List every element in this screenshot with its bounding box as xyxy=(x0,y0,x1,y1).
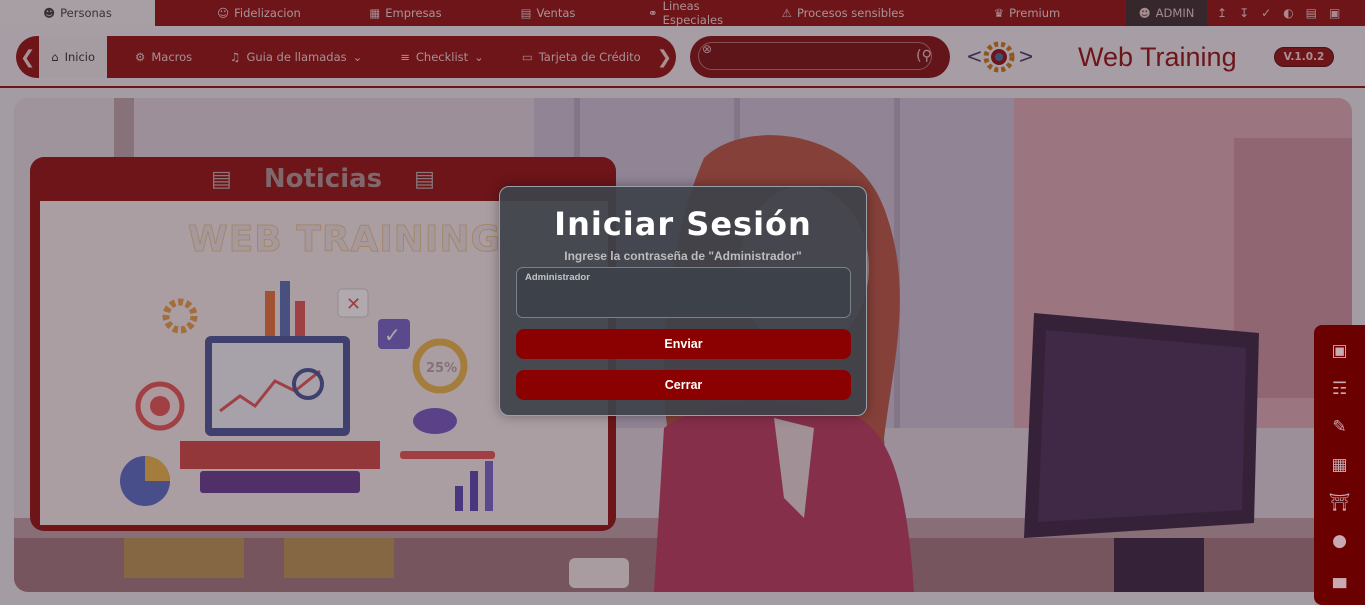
modal-subtitle: Ingrese la contraseña de "Administrador" xyxy=(564,249,802,263)
apple-icon[interactable]: ● xyxy=(1328,529,1352,553)
shoe-icon[interactable]: ▄ xyxy=(1328,567,1352,591)
sitemap-icon[interactable]: ☶ xyxy=(1328,377,1352,401)
comments-icon[interactable]: ✎ xyxy=(1328,415,1352,439)
password-input[interactable] xyxy=(525,290,843,312)
close-button[interactable]: Cerrar xyxy=(516,370,851,400)
bank-icon[interactable]: ⛩ xyxy=(1328,491,1352,515)
right-sidebar: ▣ ☶ ✎ ▦ ⛩ ● ▄ xyxy=(1314,325,1365,605)
password-field-label: Administrador xyxy=(525,272,590,283)
password-field[interactable]: Administrador xyxy=(516,267,851,318)
send-button[interactable]: Enviar xyxy=(516,329,851,359)
modal-title: Iniciar Sesión xyxy=(554,205,812,243)
building-icon[interactable]: ▦ xyxy=(1328,453,1352,477)
presentation-icon[interactable]: ▣ xyxy=(1328,339,1352,363)
login-modal: Iniciar Sesión Ingrese la contraseña de … xyxy=(499,186,867,416)
